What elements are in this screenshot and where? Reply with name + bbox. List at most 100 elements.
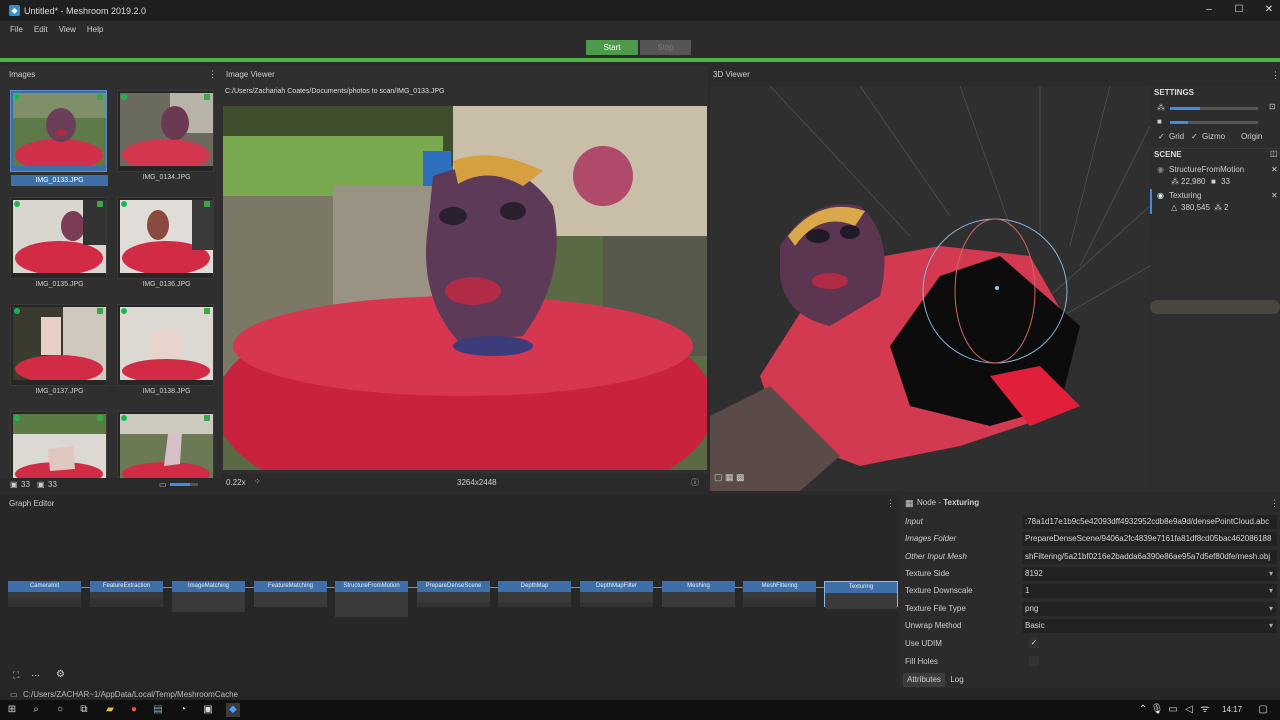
- graph-node-camerainit[interactable]: CameraInit: [8, 581, 81, 607]
- reset-icon[interactable]: ⊡: [1269, 102, 1276, 111]
- graph-node-depthmapfilter[interactable]: DepthMapFilter: [580, 581, 653, 607]
- images-menu-icon[interactable]: ⋮: [208, 69, 217, 80]
- scene-item-texturing[interactable]: ◉ Texturing △ 380,545 ⁂ 2 ✕: [1150, 189, 1280, 214]
- fit-view-icon[interactable]: ⛶: [13, 670, 19, 681]
- origin-button[interactable]: Origin: [1241, 132, 1262, 141]
- triangles-icon: △: [1171, 203, 1178, 212]
- 3d-viewport[interactable]: ▢ ▦ ▩: [710, 86, 1150, 491]
- thumbnail-img-0133[interactable]: IMG_0133.JPG: [10, 90, 108, 186]
- app3-icon[interactable]: ▣: [201, 703, 215, 717]
- clock[interactable]: 14:17: [1222, 705, 1242, 714]
- menu-edit[interactable]: Edit: [34, 25, 48, 34]
- search-icon[interactable]: ⌕: [29, 703, 43, 717]
- fill-holes-checkbox[interactable]: [1029, 656, 1039, 666]
- status-dot-icon: [121, 94, 127, 100]
- 3d-viewer-menu-icon[interactable]: ⋮: [1271, 70, 1280, 81]
- input-field[interactable]: :78a1d17e1b9c5e42093dff4932952cdb8e9a9d/…: [1022, 515, 1277, 529]
- thumbnail-img-0134[interactable]: IMG_0134.JPG: [117, 90, 214, 181]
- view-mode-icons[interactable]: ▢ ▦ ▩: [714, 472, 745, 483]
- graph-node-meshfiltering[interactable]: MeshFiltering: [743, 581, 816, 607]
- graph-node-meshing[interactable]: Meshing: [662, 581, 735, 607]
- file-explorer-icon[interactable]: ▰: [103, 703, 117, 717]
- menu-help[interactable]: Help: [87, 25, 103, 34]
- remove-icon[interactable]: ✕: [1271, 191, 1278, 200]
- thumbnail-img-0138[interactable]: IMG_0138.JPG: [117, 304, 214, 395]
- thumbnail-img-0135[interactable]: IMG_0135.JPG: [10, 197, 107, 288]
- window-title: Untitled* - Meshroom 2019.2.0: [24, 5, 147, 16]
- maximize-button[interactable]: ☐: [1223, 0, 1255, 21]
- 3d-viewport-extension[interactable]: [1150, 240, 1280, 491]
- visibility-on-icon[interactable]: ◉: [1157, 191, 1164, 200]
- menu-view[interactable]: View: [59, 25, 76, 34]
- thumbnail-img-0136[interactable]: IMG_0136.JPG: [117, 197, 214, 288]
- cameras-count: 33: [1221, 177, 1230, 186]
- scene-item-structurefrommotion[interactable]: ◉ StructureFromMotion ⁂ 22,980 ■ 33 ✕: [1150, 163, 1280, 188]
- cameras-count: 33: [48, 480, 57, 489]
- node-menu-icon[interactable]: ⋮: [1270, 498, 1279, 509]
- stop-button[interactable]: Stop: [640, 40, 691, 55]
- remove-icon[interactable]: ✕: [1271, 165, 1278, 174]
- graph-settings-gear-icon[interactable]: ⚙: [56, 669, 65, 680]
- gizmo-check-icon[interactable]: ✓: [1191, 132, 1198, 141]
- image-viewer-title: Image Viewer: [226, 70, 275, 79]
- graph-node-structurefrommotion[interactable]: StructureFromMotion: [335, 581, 408, 617]
- texture-side-select[interactable]: 8192: [1022, 567, 1277, 581]
- graph-node-texturing[interactable]: Texturing: [824, 581, 898, 609]
- status-square-icon: [204, 308, 210, 314]
- graph-node-featurematching[interactable]: FeatureMatching: [254, 581, 327, 607]
- texture-downscale-select[interactable]: 1: [1022, 584, 1277, 598]
- start-button[interactable]: Start: [586, 40, 638, 55]
- app-icon[interactable]: ▤: [151, 703, 165, 717]
- unwrap-method-select[interactable]: Basic: [1022, 619, 1277, 633]
- graph-node-imagematching[interactable]: ImageMatching: [172, 581, 245, 612]
- visibility-off-icon[interactable]: ◉: [1157, 165, 1164, 174]
- tab-attributes[interactable]: Attributes: [903, 673, 945, 687]
- minimize-button[interactable]: –: [1193, 0, 1225, 21]
- windows-start-icon[interactable]: ⊞: [5, 703, 19, 717]
- node-title: Meshing: [662, 581, 735, 592]
- close-button[interactable]: ✕: [1253, 0, 1280, 21]
- texture-file-type-select[interactable]: png: [1022, 602, 1277, 616]
- menu-file[interactable]: File: [10, 25, 23, 34]
- fit-icon[interactable]: ⁘: [254, 477, 261, 486]
- graph-editor-panel[interactable]: Graph Editor ⋮ CameraInit FeatureExtract…: [0, 495, 898, 688]
- info-icon[interactable]: ⓘ: [691, 477, 699, 488]
- status-square-icon: [204, 415, 210, 421]
- tray-chevron-icon[interactable]: ⌃: [1136, 703, 1150, 717]
- meshroom-taskbar-icon[interactable]: ◆: [226, 703, 240, 717]
- scene-item-name: Texturing: [1169, 191, 1202, 200]
- task-view-icon[interactable]: ⧉: [77, 703, 91, 717]
- camera-scale-icon: ■: [1157, 117, 1162, 126]
- attr-label-texture-downscale: Texture Downscale: [905, 586, 973, 595]
- node-title: FeatureMatching: [254, 581, 327, 592]
- graph-node-depthmap[interactable]: DepthMap: [498, 581, 571, 607]
- cortana-icon[interactable]: ○: [53, 703, 67, 717]
- volume-icon[interactable]: ◁: [1182, 703, 1196, 717]
- other-input-mesh-field[interactable]: shFiltering/5a21bf0216e2badda6a390e86ae9…: [1022, 550, 1277, 564]
- images-folder-field[interactable]: PrepareDenseScene/9406a2fc4839e7161fa81d…: [1022, 532, 1277, 546]
- use-udim-checkbox[interactable]: ✓: [1029, 638, 1039, 648]
- points-count: 22,980: [1181, 177, 1206, 186]
- thumbnail-img-0137[interactable]: IMG_0137.JPG: [10, 304, 107, 395]
- thumbnail-img-0139[interactable]: [10, 411, 107, 478]
- network-icon[interactable]: ▭: [1166, 703, 1180, 717]
- notifications-icon[interactable]: ▢: [1256, 703, 1270, 717]
- graph-node-featureextraction[interactable]: FeatureExtraction: [90, 581, 163, 607]
- more-icon[interactable]: ⋯: [31, 670, 40, 681]
- graph-node-preparedensescene[interactable]: PrepareDenseScene: [417, 581, 490, 607]
- app2-icon[interactable]: ◔: [176, 703, 190, 717]
- microphone-icon[interactable]: 🎙: [1150, 703, 1164, 717]
- thumbnail-size-slider[interactable]: [170, 483, 198, 486]
- wifi-icon[interactable]: ᯤ: [1198, 703, 1212, 717]
- tab-log[interactable]: Log: [946, 673, 968, 687]
- graph-menu-icon[interactable]: ⋮: [886, 498, 895, 509]
- node-icon: ▦: [905, 498, 914, 508]
- image-preview[interactable]: [223, 106, 707, 470]
- camera-scale-slider[interactable]: [1170, 121, 1258, 124]
- grid-check-icon[interactable]: ✓: [1158, 132, 1165, 141]
- chrome-icon[interactable]: ●: [127, 703, 141, 717]
- thumbnail-img-0140[interactable]: [117, 411, 214, 478]
- point-size-slider[interactable]: [1170, 107, 1258, 110]
- attr-label-images-folder: Images Folder: [905, 534, 957, 543]
- scene-options-icon[interactable]: ◫: [1270, 149, 1278, 158]
